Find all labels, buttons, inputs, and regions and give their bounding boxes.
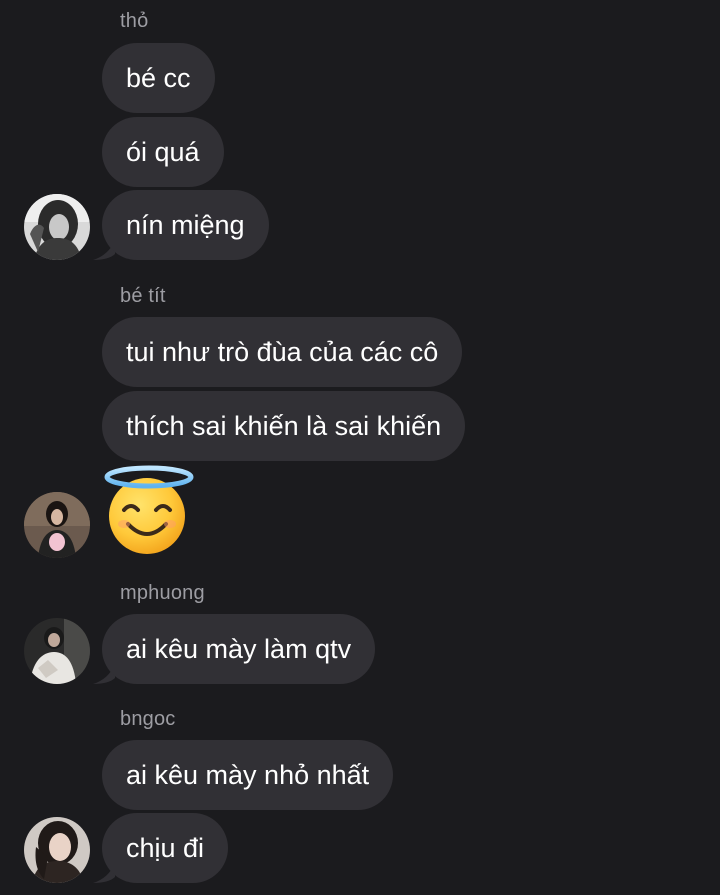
sender-name: mphuong bbox=[120, 582, 205, 604]
message-text: ai kêu mày làm qtv bbox=[126, 634, 352, 664]
message-bubble[interactable]: ai kêu mày nhỏ nhất bbox=[102, 740, 394, 810]
message-text: chịu đi bbox=[126, 833, 205, 863]
message-text: nín miệng bbox=[126, 210, 245, 240]
message-bubble[interactable]: nín miệng bbox=[102, 190, 269, 260]
message-text: thích sai khiến là sai khiến bbox=[126, 411, 442, 441]
message-bubble[interactable]: ai kêu mày làm qtv bbox=[102, 614, 376, 684]
user-photo-avatar-be-tit[interactable] bbox=[24, 492, 90, 558]
message-text: tui như trò đùa của các cô bbox=[126, 337, 439, 367]
message-text: bé cc bbox=[126, 63, 191, 93]
message-text: ai kêu mày nhỏ nhất bbox=[126, 760, 370, 790]
smiling-face-with-halo-emoji[interactable] bbox=[104, 464, 194, 561]
sender-name: bngoc bbox=[120, 708, 176, 730]
message-bubble[interactable]: thích sai khiến là sai khiến bbox=[102, 391, 466, 461]
message-bubble[interactable]: bé cc bbox=[102, 43, 215, 113]
message-bubble[interactable]: tui như trò đùa của các cô bbox=[102, 317, 463, 387]
message-text: ói quá bbox=[126, 137, 200, 167]
user-photo-avatar-bngoc[interactable] bbox=[24, 817, 90, 883]
user-photo-avatar-mphuong[interactable] bbox=[24, 618, 90, 684]
sender-name: thỏ bbox=[120, 10, 149, 32]
user-photo-avatar-tho[interactable] bbox=[24, 194, 90, 260]
sender-name: bé tít bbox=[120, 285, 166, 307]
message-bubble[interactable]: ói quá bbox=[102, 117, 224, 187]
message-bubble[interactable]: chịu đi bbox=[102, 813, 229, 883]
